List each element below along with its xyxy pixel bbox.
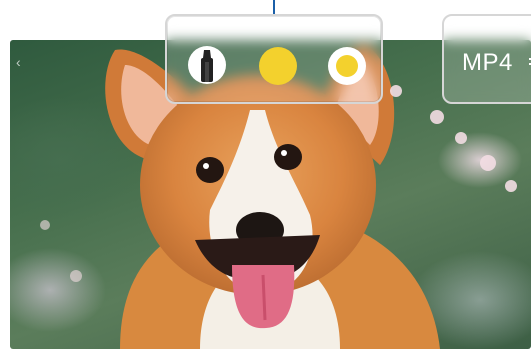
pen-toolbar	[165, 14, 383, 104]
connector-line	[273, 0, 275, 14]
pen-tool-button[interactable]	[188, 46, 226, 84]
ring-icon	[336, 55, 358, 77]
blossom	[505, 180, 517, 192]
format-label: MP4	[462, 49, 513, 76]
color-picker-button[interactable]	[259, 47, 297, 85]
pen-size-button[interactable]	[328, 47, 366, 85]
blossom	[390, 85, 402, 97]
pen-icon	[189, 47, 225, 83]
back-icon[interactable]: ‹	[16, 55, 26, 69]
blossom	[430, 110, 444, 124]
blossom	[455, 132, 467, 144]
blossom	[40, 220, 50, 230]
blossom	[480, 155, 496, 171]
format-panel[interactable]: MP4	[442, 14, 531, 104]
blossom	[70, 270, 82, 282]
